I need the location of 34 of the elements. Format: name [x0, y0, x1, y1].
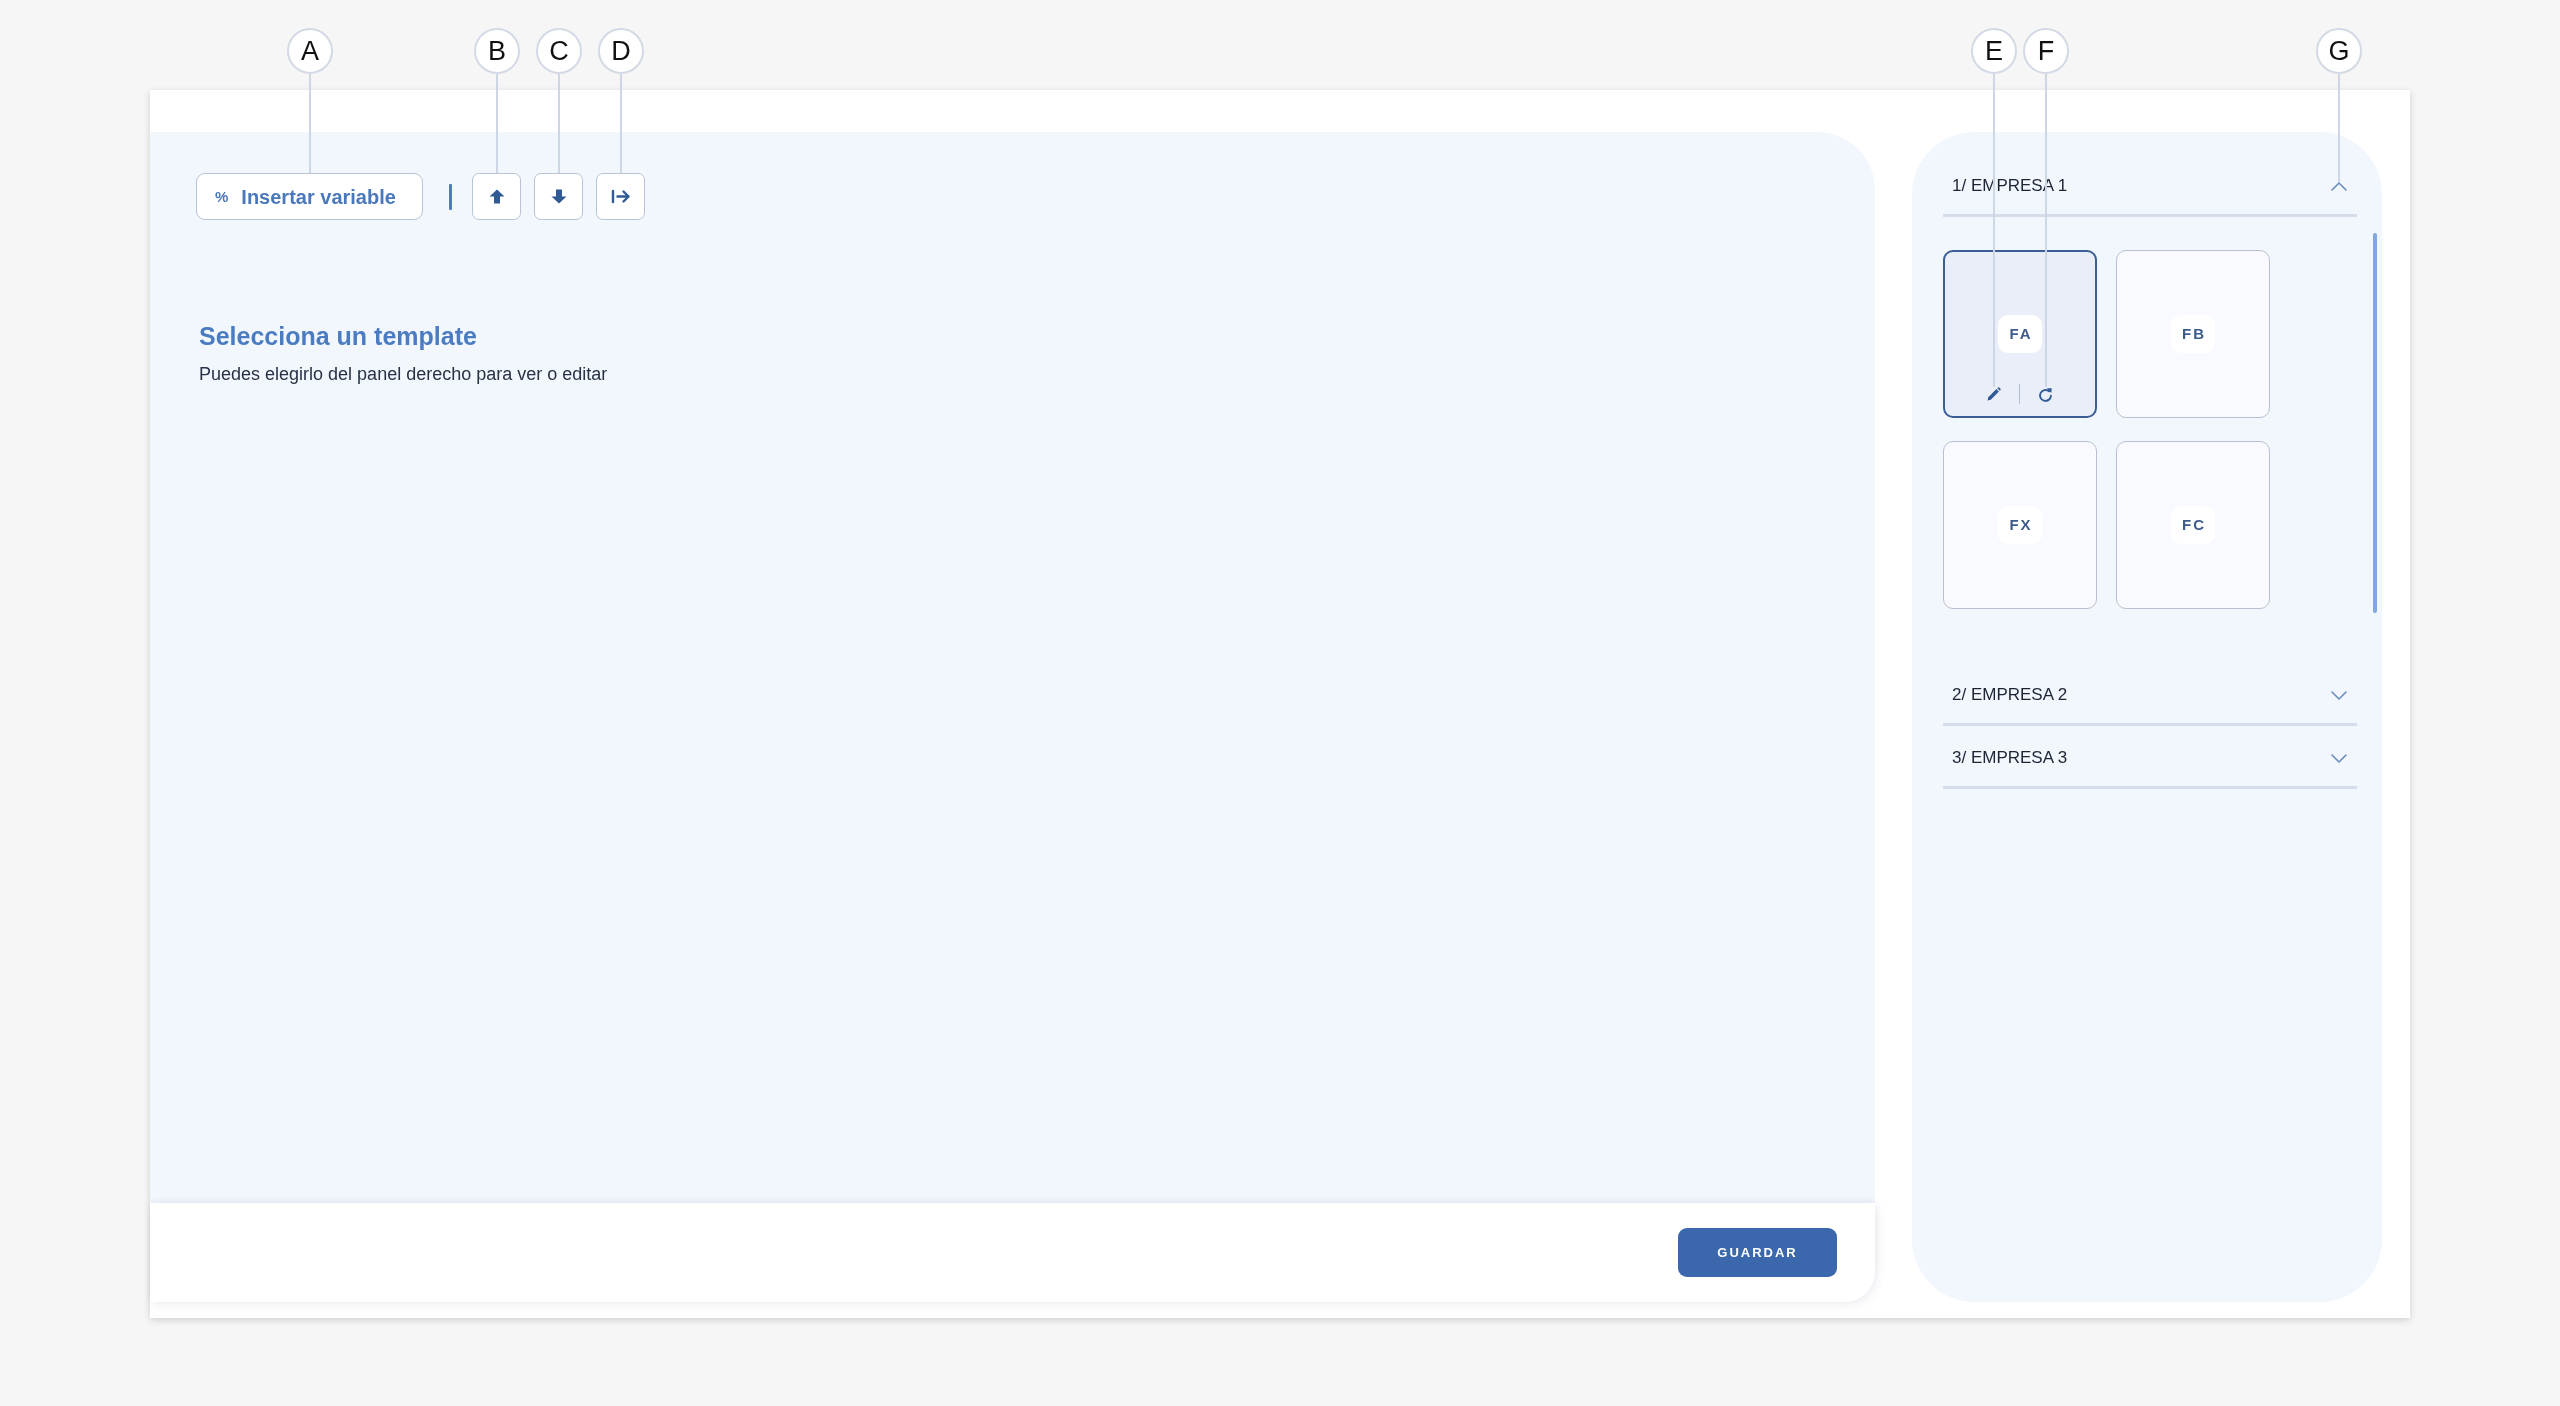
template-code: FA	[1998, 315, 2042, 353]
chevron-up-icon	[2331, 181, 2347, 191]
template-card[interactable]: FB	[2116, 250, 2270, 418]
callout-label: D	[598, 28, 644, 74]
callout-label: G	[2316, 28, 2362, 74]
arrow-up-icon	[488, 189, 505, 204]
template-card[interactable]: FC	[2116, 441, 2270, 609]
template-code: FB	[2171, 315, 2215, 353]
template-code: FC	[2171, 506, 2215, 544]
refresh-icon[interactable]	[2038, 386, 2053, 402]
callout-label: B	[474, 28, 520, 74]
toolbar-button[interactable]	[534, 173, 583, 220]
callout-label: A	[287, 28, 333, 74]
pencil-icon[interactable]	[1987, 387, 2001, 401]
save-button[interactable]: GUARDAR	[1678, 1228, 1837, 1277]
callout-label: C	[536, 28, 582, 74]
toolbar-button[interactable]	[596, 173, 645, 220]
bar-arrow-right-icon	[610, 189, 631, 204]
chevron-down-icon	[2331, 753, 2347, 763]
template-card[interactable]: FX	[1943, 441, 2097, 609]
empty-state-title: Selecciona un template	[199, 321, 478, 351]
insert-variable-button[interactable]: % Insertar variable	[196, 173, 423, 220]
toolbar-button[interactable]	[472, 173, 521, 220]
accordion-header[interactable]: 2/ EMPRESA 2	[1943, 663, 2357, 726]
callout-label: E	[1971, 28, 2017, 74]
callout-label: F	[2023, 28, 2069, 74]
accordion-header[interactable]: 3/ EMPRESA 3	[1943, 726, 2357, 789]
template-card[interactable]: FA	[1943, 250, 2097, 418]
scroll-thumb[interactable]	[2373, 233, 2377, 613]
empty-state-subtitle: Puedes elegirlo del panel derecho para ver o editar	[199, 363, 609, 386]
chevron-down-icon	[2331, 690, 2347, 700]
template-code: FX	[1998, 506, 2042, 544]
arrow-down-icon	[550, 189, 567, 204]
percent-icon: %	[215, 189, 229, 204]
